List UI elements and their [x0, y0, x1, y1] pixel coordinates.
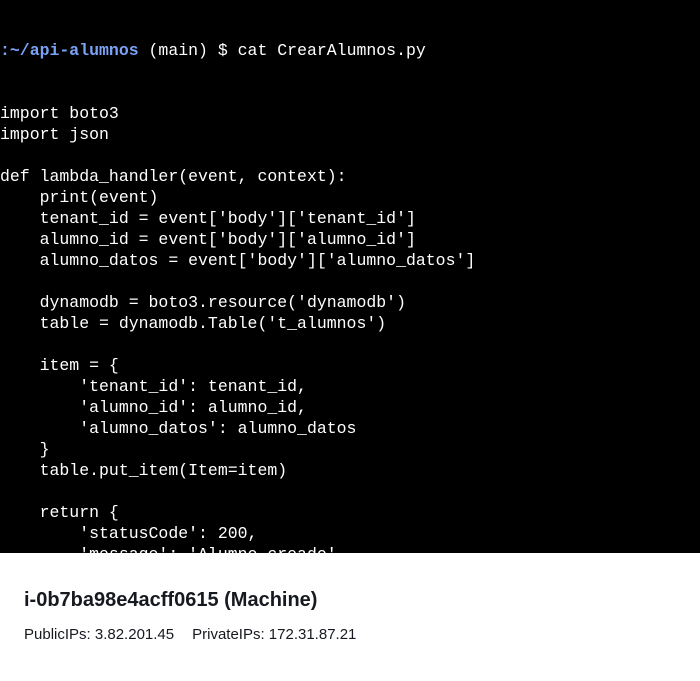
code-line: def lambda_handler(event, context): — [0, 167, 347, 186]
prompt-branch: (main) $ — [138, 41, 238, 60]
code-line: item = { — [0, 356, 119, 375]
code-line: table = dynamodb.Table('t_alumnos') — [0, 314, 387, 333]
instance-title: i-0b7ba98e4acff0615 (Machine) — [24, 589, 318, 611]
ip-addresses: PublicIPs: 3.82.201.45 PrivateIPs: 172.31… — [24, 626, 356, 643]
code-line: 'alumno_id': alumno_id, — [0, 398, 307, 417]
code-line: 'tenant_id': tenant_id, — [0, 377, 307, 396]
instance-info-panel: i-0b7ba98e4acff0615 (Machine) PublicIPs:… — [0, 553, 700, 681]
code-line: alumno_id = event['body']['alumno_id'] — [0, 230, 416, 249]
code-line: alumno_datos = event['body']['alumno_dat… — [0, 251, 476, 270]
code-line: import json — [0, 125, 109, 144]
code-line: table.put_item(Item=item) — [0, 461, 288, 480]
public-ip: PublicIPs: 3.82.201.45 — [24, 626, 175, 643]
code-line: import boto3 — [0, 104, 119, 123]
private-ip: PrivateIPs: 172.31.87.21 — [192, 626, 357, 643]
code-line: tenant_id = event['body']['tenant_id'] — [0, 209, 416, 228]
prompt-path: :~/api-alumnos — [0, 41, 139, 60]
terminal-output: :~/api-alumnos (main) $ cat CrearAlumnos… — [0, 0, 475, 553]
terminal-window[interactable]: :~/api-alumnos (main) $ cat CrearAlumnos… — [0, 0, 700, 553]
command-text: cat CrearAlumnos.py — [237, 41, 426, 60]
code-line: print(event) — [0, 188, 159, 207]
code-listing: import boto3 import json def lambda_handle… — [0, 103, 475, 553]
command-line: :~/api-alumnos (main) $ cat CrearAlumnos… — [0, 40, 475, 61]
code-line: } — [0, 440, 50, 459]
code-line: 'statusCode': 200, — [0, 524, 258, 543]
code-line: 'alumno_datos': alumno_datos — [0, 419, 357, 438]
code-line: dynamodb = boto3.resource('dynamodb') — [0, 293, 406, 312]
code-line: return { — [0, 503, 119, 522]
code-line: 'message': 'Alumno creado', — [0, 544, 475, 553]
